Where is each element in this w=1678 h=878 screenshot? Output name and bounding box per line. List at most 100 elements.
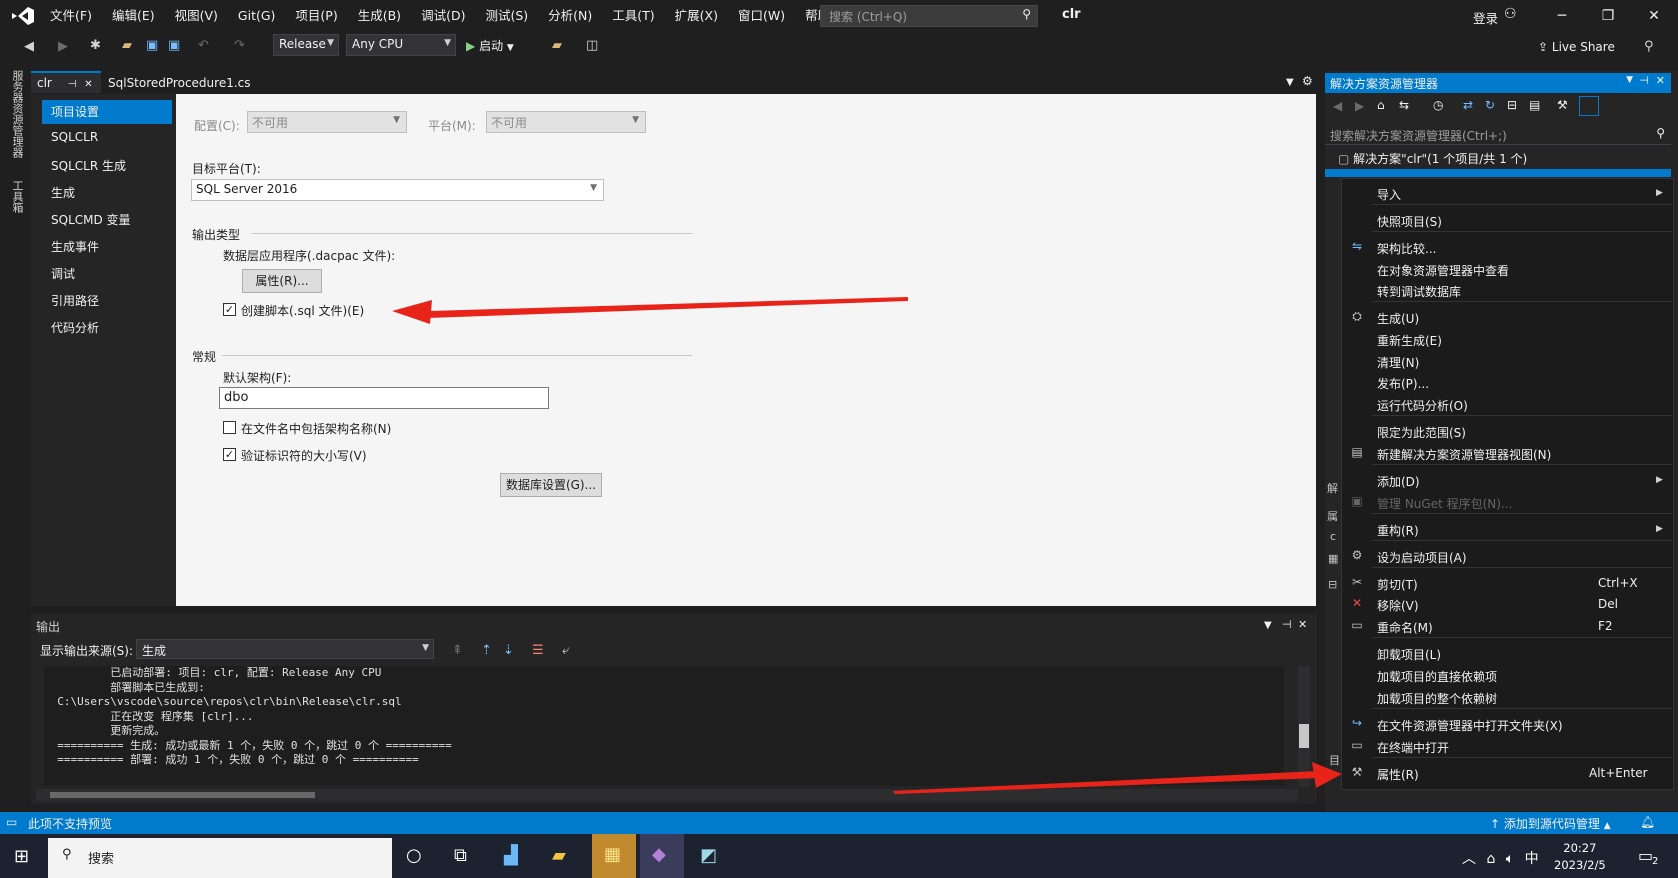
add-to-source-control-button[interactable]: ↑ 添加到源代码管理 ▲ — [1490, 815, 1611, 832]
ime-indicator[interactable]: 中 — [1525, 851, 1539, 867]
browser-icon[interactable]: ◫ — [586, 38, 598, 53]
taskbar-visual-studio[interactable]: ◆ — [640, 834, 684, 878]
menu-item-add[interactable]: 添加(D) — [1377, 473, 1420, 490]
refresh-icon[interactable]: ↻ — [1485, 98, 1495, 112]
solution-root-node[interactable]: ▢ 解决方案"clr"(1 个项目/共 1 个) — [1338, 150, 1527, 167]
tab-clr[interactable]: clr ⊣ ✕ — [31, 71, 101, 93]
menu-item-open-in-file-explorer[interactable]: 在文件资源管理器中打开文件夹(X) — [1377, 717, 1563, 734]
signin-link[interactable]: 登录 — [1473, 8, 1498, 27]
configuration-select[interactable]: Release ▼ — [273, 34, 339, 56]
back-icon[interactable]: ◀ — [1333, 99, 1342, 113]
find-message-icon[interactable]: ⇞ — [452, 643, 463, 658]
tab-sqlstoredprocedure1[interactable]: SqlStoredProcedure1.cs — [102, 73, 257, 93]
notifications-bell-icon[interactable]: 🔔︎ — [1640, 815, 1655, 829]
close-icon[interactable]: ✕ — [84, 79, 92, 90]
menu-item-new-explorer-view[interactable]: 新建解决方案资源管理器视图(N) — [1377, 446, 1551, 463]
pin-icon[interactable]: ⊣ — [1639, 74, 1649, 87]
user-icon[interactable]: ⚇ — [1504, 6, 1517, 22]
nav-build[interactable]: 生成 — [42, 181, 172, 205]
menu-item-load-direct-deps[interactable]: 加载项目的直接依赖项 — [1377, 668, 1497, 685]
menu-item-publish[interactable]: 发布(P)... — [1377, 375, 1429, 392]
switch-views-icon[interactable]: ⇆ — [1399, 98, 1409, 112]
menu-item-set-startup[interactable]: 设为启动项目(A) — [1377, 549, 1467, 566]
menu-item-remove[interactable]: 移除(V) — [1377, 597, 1419, 614]
platform-select[interactable]: 不可用 ▼ — [486, 111, 646, 133]
scrollbar-thumb[interactable] — [1299, 724, 1309, 748]
menu-edit[interactable]: 编辑(E) — [102, 0, 165, 32]
output-source-select[interactable]: 生成 ▼ — [136, 639, 434, 659]
nav-code-analysis[interactable]: 代码分析 — [42, 316, 172, 340]
menu-test[interactable]: 测试(S) — [475, 0, 538, 32]
taskbar-app-active[interactable]: ▦ — [592, 834, 636, 878]
windows-start-icon[interactable]: ⊞ — [14, 846, 29, 867]
home-icon[interactable]: ⌂ — [1377, 98, 1385, 112]
menu-analyze[interactable]: 分析(N) — [538, 0, 602, 32]
collapsed-panel-tab[interactable]: 属 — [1327, 508, 1338, 524]
chevron-down-icon[interactable]: ▼ — [1626, 75, 1633, 85]
network-icon[interactable]: ⌂ — [1486, 851, 1495, 867]
sync-icon[interactable]: ⇄ — [1463, 98, 1473, 112]
taskbar-search[interactable]: ⚲ 搜索 — [48, 838, 392, 878]
menu-debug[interactable]: 调试(D) — [411, 0, 475, 32]
project-node-clr[interactable] — [1325, 169, 1671, 177]
next-message-icon[interactable]: ⇣ — [503, 643, 514, 658]
search-input[interactable]: 搜索 (Ctrl+Q) ⚲ — [820, 5, 1038, 27]
task-view-icon[interactable]: ⧉ — [454, 845, 467, 866]
menu-file[interactable]: 文件(F) — [40, 0, 102, 32]
clear-all-icon[interactable]: ☰ — [532, 643, 544, 658]
start-button[interactable]: ▶ 启动 ▼ — [466, 37, 514, 54]
menu-git[interactable]: Git(G) — [228, 0, 286, 32]
toolbox-tab[interactable]: 工具箱 — [9, 180, 25, 213]
menu-item-import[interactable]: 导入 — [1377, 186, 1401, 203]
menu-item-rebuild[interactable]: 重新生成(E) — [1377, 332, 1442, 349]
previous-message-icon[interactable]: ⇡ — [481, 643, 492, 658]
menu-item-snapshot[interactable]: 快照项目(S) — [1377, 213, 1442, 230]
nav-sqlclr[interactable]: SQLCLR — [42, 127, 172, 151]
target-platform-select[interactable]: SQL Server 2016 ▼ — [191, 179, 604, 201]
collapse-all-icon[interactable]: ⊟ — [1507, 98, 1517, 112]
create-script-checkbox[interactable]: ✓ — [223, 303, 236, 316]
include-schema-checkbox[interactable] — [223, 421, 236, 434]
volume-icon[interactable]: 🔈︎ — [1506, 851, 1514, 867]
collapsed-panel-icon[interactable]: ⊟ — [1328, 578, 1337, 591]
validate-case-checkbox[interactable]: ✓ — [223, 448, 236, 461]
menu-item-cut[interactable]: 剪切(T) — [1377, 576, 1418, 593]
menu-window[interactable]: 窗口(W) — [728, 0, 795, 32]
gear-icon[interactable]: ⚙ — [1302, 74, 1313, 88]
pin-icon[interactable]: ⊣ — [1282, 618, 1292, 631]
platform-select[interactable]: Any CPU ▼ — [346, 34, 456, 56]
menu-item-unload-project[interactable]: 卸载项目(L) — [1377, 646, 1441, 663]
properties-button[interactable]: 属性(R)... — [242, 269, 322, 293]
taskbar-clock[interactable]: 20:27 2023/2/5 — [1554, 840, 1606, 874]
undo-icon[interactable]: ↶ — [198, 38, 209, 53]
close-icon[interactable]: ✕ — [1656, 74, 1665, 87]
menu-extensions[interactable]: 扩展(X) — [665, 0, 728, 32]
output-vertical-scrollbar[interactable] — [1298, 666, 1310, 786]
pin-icon[interactable]: ⚲ — [1644, 39, 1654, 54]
menu-item-properties[interactable]: 属性(R) — [1377, 766, 1419, 783]
minimize-button[interactable]: ─ — [1539, 0, 1585, 32]
remote-desktop-icon[interactable]: ▟ — [504, 845, 518, 866]
maximize-button[interactable]: ❐ — [1585, 0, 1631, 32]
config-select[interactable]: 不可用 ▼ — [247, 111, 407, 133]
menu-item-schema-compare[interactable]: 架构比较... — [1377, 240, 1436, 257]
menu-item-go-to-debug-db[interactable]: 转到调试数据库 — [1377, 283, 1461, 300]
redo-icon[interactable]: ↷ — [234, 38, 245, 53]
solution-explorer-search[interactable]: 搜索解决方案资源管理器(Ctrl+;) ⚲ — [1325, 125, 1671, 145]
chevron-down-icon[interactable]: ▼ — [1286, 77, 1294, 88]
open-folder-icon[interactable]: ▰ — [122, 38, 132, 53]
close-icon[interactable]: ✕ — [1298, 618, 1307, 631]
menu-item-rename[interactable]: 重命名(M) — [1377, 619, 1433, 636]
collapsed-panel-tab[interactable]: 目 — [1329, 752, 1340, 768]
folder-icon[interactable]: ▰ — [552, 38, 562, 53]
menu-view[interactable]: 视图(V) — [165, 0, 228, 32]
preview-selected-icon[interactable] — [1579, 96, 1599, 116]
cortana-icon[interactable]: ○ — [406, 845, 422, 866]
collapsed-panel-tab[interactable]: 解 — [1327, 480, 1338, 496]
wrench-icon[interactable]: ⚒ — [1557, 98, 1568, 112]
forward-icon[interactable]: ▶ — [1355, 99, 1364, 113]
default-schema-input[interactable]: dbo — [219, 387, 549, 409]
menu-project[interactable]: 项目(P) — [285, 0, 347, 32]
nav-build-events[interactable]: 生成事件 — [42, 235, 172, 259]
menu-item-run-code-analysis[interactable]: 运行代码分析(O) — [1377, 397, 1468, 414]
